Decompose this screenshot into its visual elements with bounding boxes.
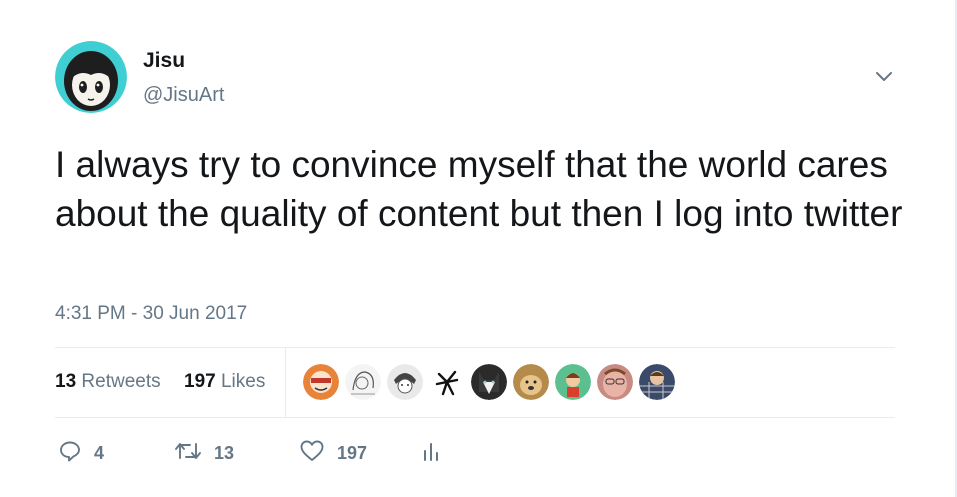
retweets-count: 13 <box>55 371 77 392</box>
liker-avatar[interactable] <box>429 364 465 400</box>
reply-button[interactable]: 4 <box>58 438 104 468</box>
liker-avatar[interactable] <box>471 364 507 400</box>
heart-icon <box>299 439 325 468</box>
reply-count: 4 <box>94 442 105 463</box>
author-handle[interactable]: @JisuArt <box>143 84 224 107</box>
liker-avatar[interactable] <box>639 364 675 400</box>
liker-avatar[interactable] <box>597 364 633 400</box>
retweets-stat[interactable]: 13 Retweets <box>55 371 161 393</box>
likes-count: 197 <box>184 371 216 392</box>
retweet-icon <box>174 439 202 468</box>
retweets-label: Retweets <box>81 371 161 392</box>
liker-avatar[interactable] <box>555 364 591 400</box>
chevron-down-icon[interactable] <box>872 69 896 85</box>
retweet-count: 13 <box>214 442 235 463</box>
tweet-card: Jisu @JisuArt I always try to convince m… <box>0 0 957 497</box>
likes-label: Likes <box>220 371 266 392</box>
author-name[interactable]: Jisu <box>143 49 185 73</box>
tweet-stats: 13 Retweets 197 Likes <box>55 347 895 417</box>
analytics-icon <box>421 439 441 468</box>
like-button[interactable]: 197 <box>299 438 367 468</box>
divider <box>55 417 895 418</box>
tweet-text: I always try to convince myself that the… <box>55 144 903 234</box>
tweet-actions: 4 13 197 <box>55 438 555 468</box>
reply-icon <box>58 439 82 468</box>
liker-avatar[interactable] <box>513 364 549 400</box>
author-avatar[interactable] <box>55 41 127 113</box>
retweet-button[interactable]: 13 <box>174 438 234 468</box>
tweet-timestamp[interactable]: 4:31 PM - 30 Jun 2017 <box>55 303 247 325</box>
liker-avatar[interactable] <box>303 364 339 400</box>
likes-stat[interactable]: 197 Likes <box>184 371 265 393</box>
liker-avatar[interactable] <box>387 364 423 400</box>
analytics-button[interactable] <box>421 438 441 468</box>
stats-separator <box>285 347 286 417</box>
like-count: 197 <box>337 442 368 463</box>
liker-avatar[interactable] <box>345 364 381 400</box>
